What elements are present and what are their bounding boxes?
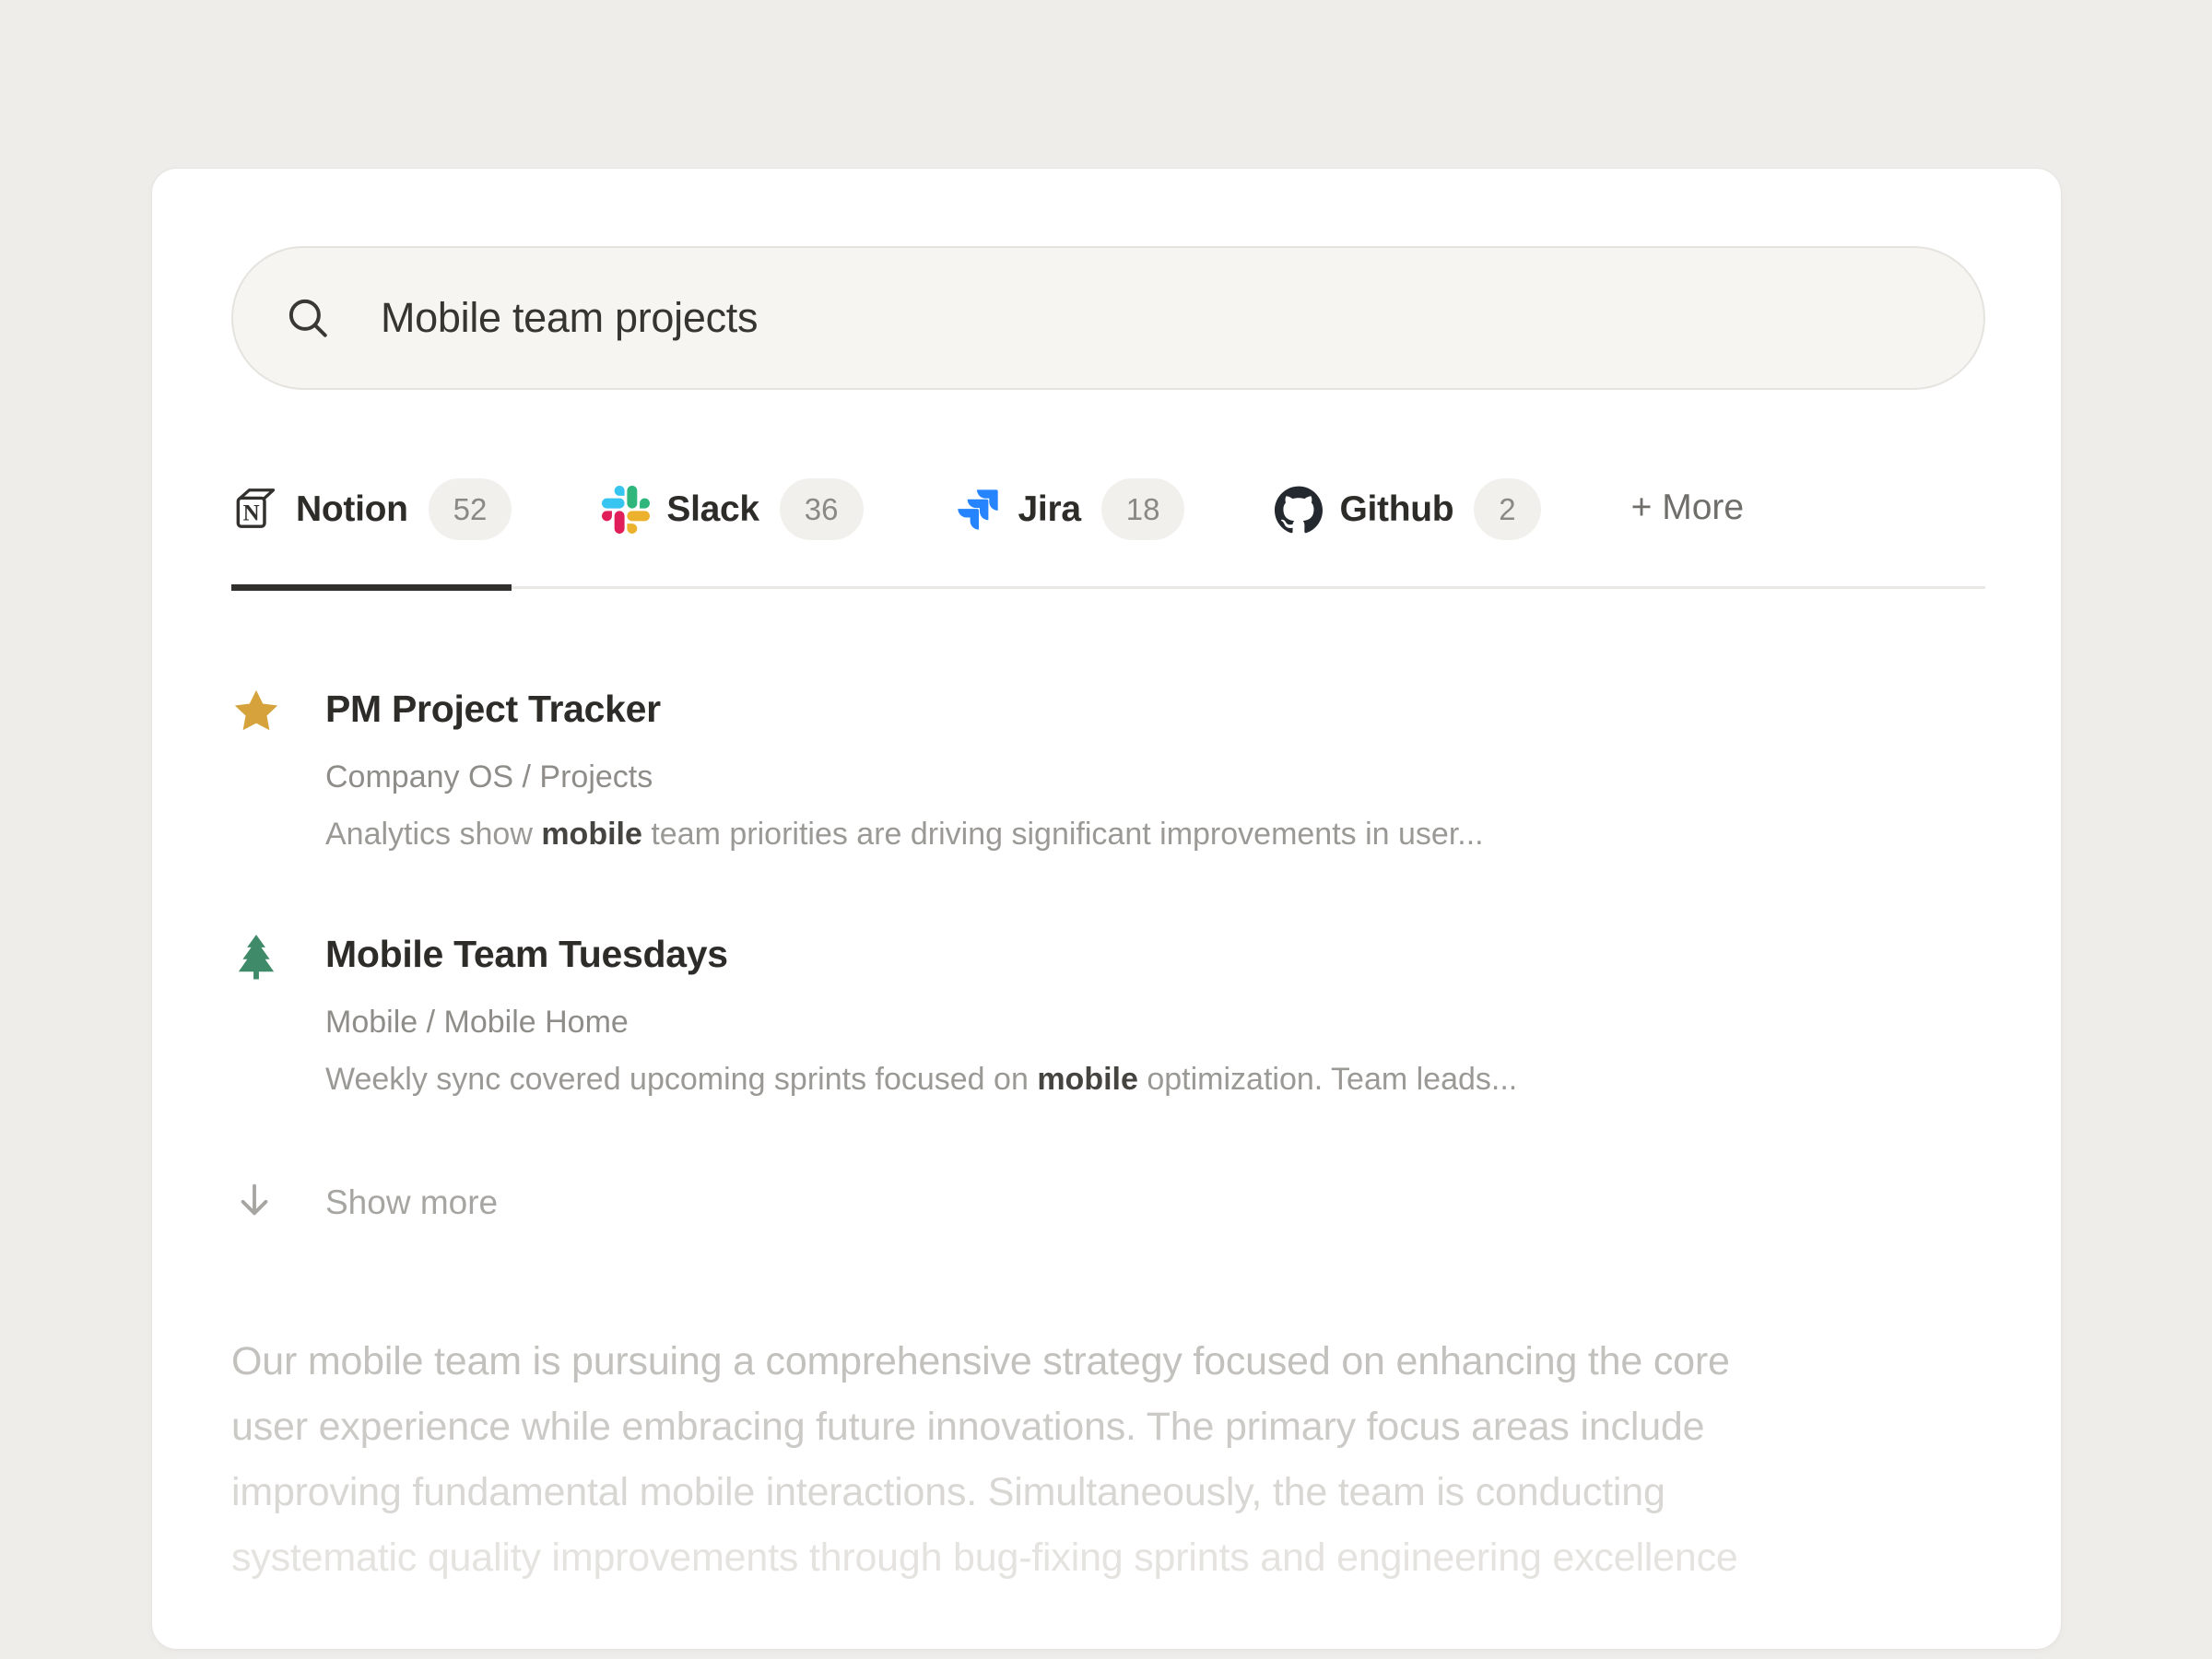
tab-jira-label: Jira: [1018, 489, 1081, 530]
show-more-button[interactable]: Show more: [231, 1179, 1985, 1226]
tab-notion-label: Notion: [296, 489, 408, 530]
preview-line: systematic quality improvements through …: [231, 1525, 1985, 1591]
result-breadcrumb: Company OS / Projects: [325, 759, 1985, 795]
tab-jira[interactable]: Jira 18: [954, 478, 1185, 586]
tab-github-label: Github: [1339, 489, 1453, 530]
result-snippet: Weekly sync covered upcoming sprints foc…: [325, 1061, 1985, 1098]
faded-preview-paragraph: Our mobile team is pursuing a comprehens…: [231, 1329, 1985, 1591]
evergreen-tree-icon: [231, 932, 281, 982]
tab-notion-count: 52: [429, 478, 512, 540]
tab-github-count: 2: [1474, 478, 1540, 540]
preview-line: Our mobile team is pursuing a comprehens…: [231, 1329, 1985, 1394]
tab-github[interactable]: Github 2: [1275, 478, 1540, 586]
notion-icon: N: [231, 486, 279, 534]
search-icon: [285, 295, 331, 341]
snippet-highlight: mobile: [1037, 1062, 1138, 1097]
source-tabs: N Notion 52 Slack 36: [231, 478, 1985, 589]
tab-jira-count: 18: [1101, 478, 1185, 540]
result-pm-project-tracker[interactable]: PM Project Tracker Company OS / Projects…: [231, 685, 1985, 853]
result-mobile-team-tuesdays[interactable]: Mobile Team Tuesdays Mobile / Mobile Hom…: [231, 930, 1985, 1098]
preview-line: user experience while embracing future i…: [231, 1394, 1985, 1460]
tab-slack-label: Slack: [666, 489, 759, 530]
star-icon: [231, 687, 281, 736]
result-title: Mobile Team Tuesdays: [325, 930, 1985, 978]
arrow-down-icon: [233, 1179, 276, 1221]
tab-notion[interactable]: N Notion 52: [231, 478, 512, 586]
preview-line: improving fundamental mobile interaction…: [231, 1460, 1985, 1525]
tab-slack-count: 36: [780, 478, 864, 540]
show-more-label: Show more: [325, 1183, 1985, 1222]
results-list: PM Project Tracker Company OS / Projects…: [231, 685, 1985, 1098]
github-icon: [1275, 486, 1323, 534]
slack-icon: [602, 486, 650, 534]
result-breadcrumb: Mobile / Mobile Home: [325, 1004, 1985, 1041]
search-bar[interactable]: [231, 246, 1985, 390]
svg-text:N: N: [243, 500, 260, 525]
snippet-highlight: mobile: [541, 817, 642, 852]
search-input[interactable]: [379, 293, 1939, 343]
tab-slack[interactable]: Slack 36: [602, 478, 863, 586]
jira-icon: [954, 486, 1002, 534]
tab-more[interactable]: + More: [1631, 478, 1744, 574]
result-title: PM Project Tracker: [325, 685, 1985, 733]
search-results-card: N Notion 52 Slack 36: [151, 168, 2062, 1650]
result-snippet: Analytics show mobile team priorities ar…: [325, 816, 1985, 853]
